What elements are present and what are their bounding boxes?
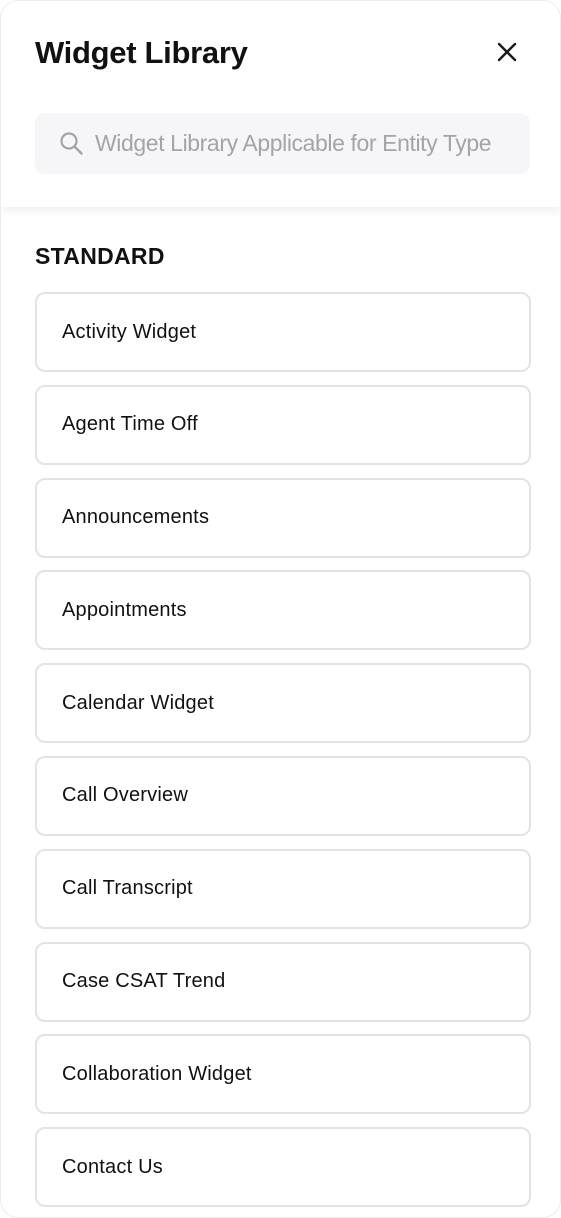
widget-item-agent-time-off[interactable]: Agent Time Off <box>35 384 531 465</box>
widget-item-label: Appointments <box>62 598 187 621</box>
search-input[interactable] <box>95 113 523 174</box>
close-button[interactable] <box>489 34 525 70</box>
widget-item-collaboration-widget[interactable]: Collaboration Widget <box>35 1034 531 1115</box>
panel-header: Widget Library <box>1 1 560 207</box>
widget-list: Activity Widget Agent Time Off Announcem… <box>35 292 531 1217</box>
section-title-standard: STANDARD <box>35 243 165 269</box>
widget-item-label: Contact Us <box>62 1155 163 1178</box>
widget-item-label: Case CSAT Trend <box>62 970 226 993</box>
widget-item-label: Call Overview <box>62 784 188 807</box>
widget-item-call-transcript[interactable]: Call Transcript <box>35 848 531 929</box>
widget-item-announcements[interactable]: Announcements <box>35 477 531 558</box>
widget-item-label: Call Transcript <box>62 877 193 900</box>
widget-item-case-csat-trend[interactable]: Case CSAT Trend <box>35 941 531 1022</box>
close-icon <box>497 42 517 62</box>
widget-item-call-overview[interactable]: Call Overview <box>35 755 531 836</box>
widget-item-label: Calendar Widget <box>62 691 214 714</box>
widget-item-label: Collaboration Widget <box>62 1062 252 1085</box>
widget-item-calendar-widget[interactable]: Calendar Widget <box>35 663 531 744</box>
widget-list-area: STANDARD Activity Widget Agent Time Off … <box>1 207 560 1217</box>
widget-item-contact-us[interactable]: Contact Us <box>35 1127 531 1208</box>
search-icon <box>60 132 83 155</box>
widget-item-label: Announcements <box>62 506 210 529</box>
widget-item-label: Agent Time Off <box>62 413 198 436</box>
widget-item-appointments[interactable]: Appointments <box>35 570 531 651</box>
widget-item-activity-widget[interactable]: Activity Widget <box>35 292 531 372</box>
panel-title: Widget Library <box>35 35 248 70</box>
widget-library-panel: Widget Library STANDARD Activity Widget … <box>0 0 561 1218</box>
search-box[interactable] <box>35 113 530 174</box>
widget-item-label: Activity Widget <box>62 320 197 343</box>
